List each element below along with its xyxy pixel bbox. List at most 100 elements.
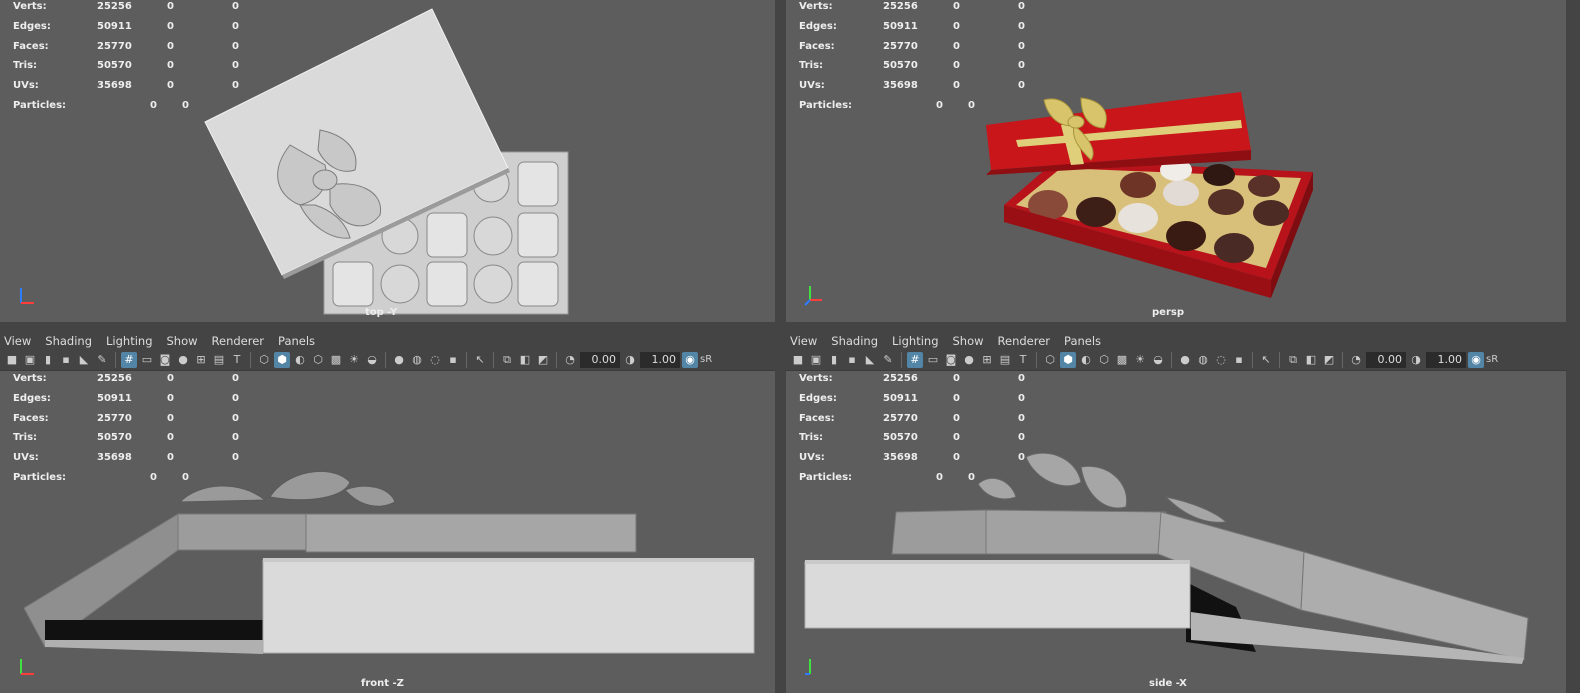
camera-attributes-icon[interactable]: ▣ xyxy=(808,352,824,368)
anti-aliasing-icon[interactable]: ◌ xyxy=(1213,352,1229,368)
viewport-divider-vertical[interactable] xyxy=(775,0,786,693)
depth-of-field-icon[interactable]: ▪ xyxy=(445,352,461,368)
gamma-icon[interactable]: ◑ xyxy=(622,352,638,368)
grease-pencil-icon[interactable]: ✎ xyxy=(94,352,110,368)
anti-aliasing-icon[interactable]: ◌ xyxy=(427,352,443,368)
exposure-field[interactable]: 0.00 xyxy=(1366,351,1406,368)
camera-icon[interactable]: ■ xyxy=(4,352,20,368)
menu-lighting[interactable]: Lighting xyxy=(106,334,159,348)
hud-row-uvs: UVs: 35698 0 0 xyxy=(13,452,239,464)
ambient-occlusion-icon[interactable]: ● xyxy=(1177,352,1193,368)
textured-icon[interactable]: ▩ xyxy=(1114,352,1130,368)
hud-row-tris: Tris: 50570 0 0 xyxy=(13,60,239,72)
grid-icon[interactable]: # xyxy=(121,351,137,368)
hud-row-uvs: UVs: 35698 0 0 xyxy=(799,80,1025,92)
select-icon[interactable]: ↖ xyxy=(472,352,488,368)
menu-panels[interactable]: Panels xyxy=(1064,334,1108,348)
poly-count-hud: Verts: 25256 0 0 Edges: 50911 0 0 Faces: 25770 0… xyxy=(799,0,1058,116)
hud-row-edges: Edges: 50911 0 0 xyxy=(13,20,239,32)
smooth-shade-icon[interactable]: ⬢ xyxy=(1060,351,1076,368)
wireframe-on-shaded-icon[interactable]: ⬡ xyxy=(310,352,326,368)
gate-mask-icon[interactable]: ● xyxy=(175,352,191,368)
bookmark-icon[interactable]: ▮ xyxy=(40,352,56,368)
flat-shade-icon[interactable]: ◐ xyxy=(292,352,308,368)
light-icon[interactable]: ☀ xyxy=(1132,352,1148,368)
depth-of-field-icon[interactable]: ▪ xyxy=(1231,352,1247,368)
color-management-icon[interactable]: ◉ xyxy=(682,351,698,368)
hud-row-uvs: UVs: 35698 0 0 xyxy=(13,80,239,92)
grease-pencil-icon[interactable]: ✎ xyxy=(880,352,896,368)
2d-pan-icon[interactable]: ◣ xyxy=(862,352,878,368)
poly-count-hud: Verts: 25256 0 0 Edges: 50911 0 0 Faces: 25770 0… xyxy=(799,369,1058,488)
shadows-icon[interactable]: ◒ xyxy=(364,352,380,368)
color-management-icon[interactable]: ◉ xyxy=(1468,351,1484,368)
wireframe-on-shaded-icon[interactable]: ⬡ xyxy=(1096,352,1112,368)
gate-mask-icon[interactable]: ● xyxy=(961,352,977,368)
field-chart-icon[interactable]: ⊞ xyxy=(979,352,995,368)
gamma-field[interactable]: 1.00 xyxy=(1426,351,1466,368)
wireframe-icon[interactable]: ⬡ xyxy=(1042,352,1058,368)
panel-toolbar: ■ ▣ ▮ ▪ ◣ ✎ # ▭ ◙ ● ⊞ ▤ T ⬡ ⬢ ◐ ⬡ ▩ ☀ ◒ … xyxy=(786,349,1566,371)
menu-show[interactable]: Show xyxy=(167,334,205,348)
resolution-gate-icon[interactable]: ◙ xyxy=(157,352,173,368)
isolate-icon[interactable]: ⧉ xyxy=(1285,352,1301,368)
viewport-divider-horizontal[interactable] xyxy=(0,322,1580,332)
viewport-top[interactable]: Verts: 25256 0 0 Edges: 50911 0 0 Faces: 25770 0… xyxy=(0,0,775,322)
gamma-field[interactable]: 1.00 xyxy=(640,351,680,368)
2d-pan-icon[interactable]: ◣ xyxy=(76,352,92,368)
motion-blur-icon[interactable]: ◍ xyxy=(409,352,425,368)
colorspace-label[interactable]: sR xyxy=(1486,352,1498,368)
viewport-front[interactable]: View Shading Lighting Show Renderer Pane… xyxy=(0,332,775,693)
menu-shading[interactable]: Shading xyxy=(831,334,885,348)
colorspace-label[interactable]: sR xyxy=(700,352,712,368)
film-gate-icon[interactable]: ▭ xyxy=(925,352,941,368)
menu-show[interactable]: Show xyxy=(953,334,991,348)
exposure-icon[interactable]: ◔ xyxy=(562,352,578,368)
grid-icon[interactable]: # xyxy=(907,351,923,368)
hud-row-faces: Faces: 25770 0 0 xyxy=(13,40,239,52)
menu-view[interactable]: View xyxy=(790,334,824,348)
safe-action-icon[interactable]: ▤ xyxy=(211,352,227,368)
menu-renderer[interactable]: Renderer xyxy=(998,334,1058,348)
light-icon[interactable]: ☀ xyxy=(346,352,362,368)
camera-attributes-icon[interactable]: ▣ xyxy=(22,352,38,368)
menu-shading[interactable]: Shading xyxy=(45,334,99,348)
hud-row-verts: Verts: 25256 0 0 xyxy=(799,1,1025,12)
box-base xyxy=(804,561,1191,629)
viewport-persp[interactable]: Verts: 25256 0 0 Edges: 50911 0 0 Faces: 25770 0… xyxy=(786,0,1566,322)
film-gate-icon[interactable]: ▭ xyxy=(139,352,155,368)
isolate-icon[interactable]: ⧉ xyxy=(499,352,515,368)
gamma-icon[interactable]: ◑ xyxy=(1408,352,1424,368)
hud-row-edges: Edges: 50911 0 0 xyxy=(799,20,1025,32)
xray-icon[interactable]: ◧ xyxy=(1303,352,1319,368)
camera-icon[interactable]: ■ xyxy=(790,352,806,368)
safe-title-icon[interactable]: T xyxy=(229,352,245,368)
image-plane-icon[interactable]: ▪ xyxy=(58,352,74,368)
shadows-icon[interactable]: ◒ xyxy=(1150,352,1166,368)
select-icon[interactable]: ↖ xyxy=(1258,352,1274,368)
motion-blur-icon[interactable]: ◍ xyxy=(1195,352,1211,368)
resolution-gate-icon[interactable]: ◙ xyxy=(943,352,959,368)
safe-title-icon[interactable]: T xyxy=(1015,352,1031,368)
image-plane-icon[interactable]: ▪ xyxy=(844,352,860,368)
ambient-occlusion-icon[interactable]: ● xyxy=(391,352,407,368)
field-chart-icon[interactable]: ⊞ xyxy=(193,352,209,368)
textured-icon[interactable]: ▩ xyxy=(328,352,344,368)
viewport-side[interactable]: View Shading Lighting Show Renderer Pane… xyxy=(786,332,1566,693)
xray-joints-icon[interactable]: ◩ xyxy=(535,352,551,368)
menu-renderer[interactable]: Renderer xyxy=(212,334,272,348)
menu-lighting[interactable]: Lighting xyxy=(892,334,945,348)
hud-row-particles: Particles: 0 0 xyxy=(13,471,189,483)
xray-joints-icon[interactable]: ◩ xyxy=(1321,352,1337,368)
exposure-icon[interactable]: ◔ xyxy=(1348,352,1364,368)
safe-action-icon[interactable]: ▤ xyxy=(997,352,1013,368)
camera-label-side: side -X xyxy=(1149,678,1187,689)
bookmark-icon[interactable]: ▮ xyxy=(826,352,842,368)
flat-shade-icon[interactable]: ◐ xyxy=(1078,352,1094,368)
xray-icon[interactable]: ◧ xyxy=(517,352,533,368)
exposure-field[interactable]: 0.00 xyxy=(580,351,620,368)
wireframe-icon[interactable]: ⬡ xyxy=(256,352,272,368)
menu-panels[interactable]: Panels xyxy=(278,334,322,348)
menu-view[interactable]: View xyxy=(4,334,38,348)
smooth-shade-icon[interactable]: ⬢ xyxy=(274,351,290,368)
